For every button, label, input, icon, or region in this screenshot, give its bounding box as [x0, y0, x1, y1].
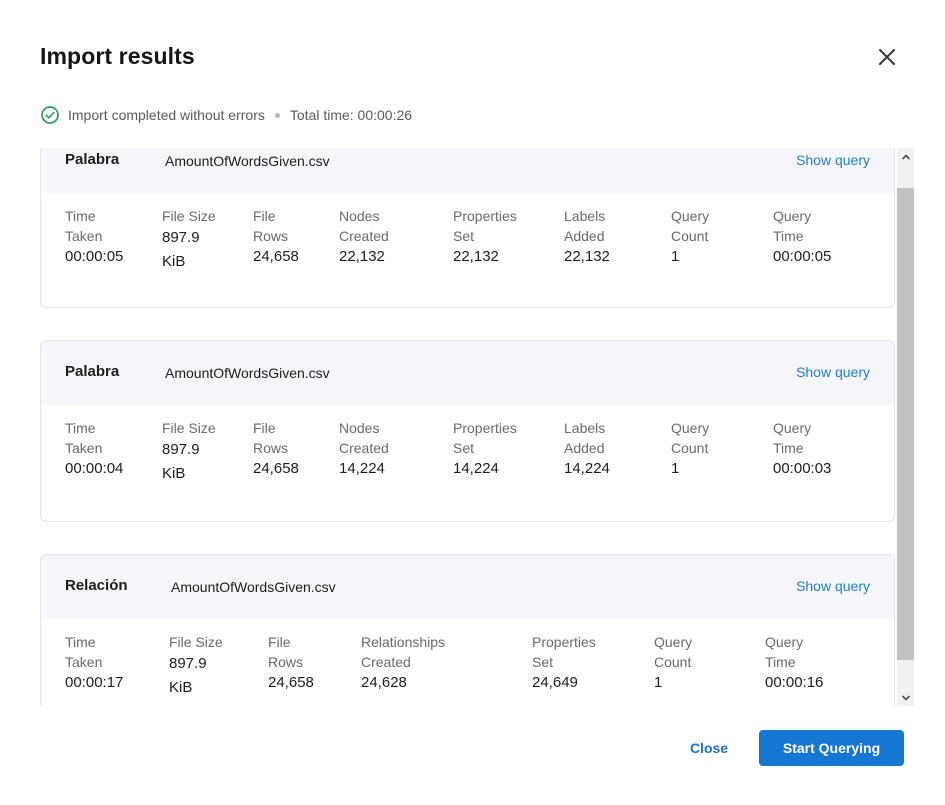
- stat-value: 00:00:17: [65, 674, 124, 691]
- show-query-link[interactable]: Show query: [796, 364, 870, 380]
- stat-value: 00:00:03: [773, 460, 832, 477]
- stat-label: File Size: [162, 208, 216, 224]
- check-circle-icon: [41, 106, 59, 124]
- file-name: AmountOfWordsGiven.csv: [165, 153, 330, 169]
- stat-item: File Size 897.9 KiB: [162, 418, 216, 486]
- results-list[interactable]: Palabra AmountOfWordsGiven.csv Show query T…: [40, 148, 915, 706]
- start-querying-button[interactable]: Start Querying: [759, 730, 904, 766]
- import-results-dialog: Import results Import completed without …: [0, 0, 945, 805]
- stat-value: 00:00:05: [773, 248, 832, 265]
- stat-label: Nodes Created: [339, 420, 389, 456]
- stat-item: Labels Added 14,224: [564, 418, 610, 480]
- stat-label: Time Taken: [65, 208, 103, 244]
- stat-item: File Size 897.9 KiB: [162, 206, 216, 274]
- stat-label: Query Count: [654, 634, 693, 670]
- stat-label: File Rows: [268, 634, 304, 670]
- stat-value: 24,628: [361, 674, 407, 691]
- total-time: Total time: 00:00:26: [289, 107, 413, 123]
- stat-value: 24,658: [253, 248, 299, 265]
- vertical-scrollbar[interactable]: [897, 148, 914, 706]
- stat-value: 897.9 KiB: [162, 229, 200, 270]
- stat-item: Query Count 1: [671, 418, 709, 480]
- scroll-down-icon[interactable]: [897, 689, 914, 706]
- stat-value: 00:00:04: [65, 460, 124, 477]
- import-result-card: Palabra AmountOfWordsGiven.csv Show query T…: [40, 340, 895, 522]
- stat-label: File Rows: [253, 208, 289, 244]
- stat-value: 14,224: [453, 460, 499, 477]
- stat-value: 14,224: [564, 460, 610, 477]
- status-text: Import completed without errors: [68, 107, 265, 123]
- stat-label: Query Time: [773, 420, 812, 456]
- stat-value: 24,658: [253, 460, 299, 477]
- stat-label: Query Count: [671, 208, 710, 244]
- stat-label: Query Time: [773, 208, 812, 244]
- stat-label: Time Taken: [65, 634, 103, 670]
- separator-dot: [274, 112, 280, 118]
- stat-item: Labels Added 22,132: [564, 206, 610, 268]
- show-query-link[interactable]: Show query: [796, 578, 870, 594]
- stat-label: Properties Set: [453, 208, 517, 244]
- stat-value: 1: [671, 248, 680, 265]
- stat-value: 14,224: [339, 460, 385, 477]
- stat-item: Query Time 00:00:16: [765, 632, 823, 694]
- stat-value: 22,132: [339, 248, 385, 265]
- import-status: Import completed without errors Total ti…: [40, 104, 412, 126]
- stat-label: Properties Set: [532, 634, 596, 670]
- stat-item: Query Count 1: [654, 632, 692, 694]
- stat-item: Properties Set 22,132: [453, 206, 517, 268]
- stat-item: File Rows 24,658: [253, 206, 299, 268]
- import-result-card: Palabra AmountOfWordsGiven.csv Show query T…: [40, 148, 895, 308]
- stat-label: Query Time: [765, 634, 804, 670]
- card-header: Palabra AmountOfWordsGiven.csv Show query: [41, 341, 894, 405]
- stat-value: 24,658: [268, 674, 314, 691]
- stat-value: 897.9 KiB: [169, 655, 207, 696]
- stat-item: Time Taken 00:00:04: [65, 418, 123, 480]
- stat-value: 00:00:16: [765, 674, 824, 691]
- file-name: AmountOfWordsGiven.csv: [171, 579, 336, 595]
- entity-kind: Palabra: [65, 363, 120, 380]
- card-header: Relación AmountOfWordsGiven.csv Show query: [41, 555, 894, 619]
- stat-value: 22,132: [564, 248, 610, 265]
- stat-label: File Size: [162, 420, 216, 436]
- stat-item: File Rows 24,658: [268, 632, 314, 694]
- entity-kind: Relación: [65, 577, 128, 594]
- close-x-icon[interactable]: [872, 42, 902, 72]
- stat-value: 24,649: [532, 674, 578, 691]
- entity-kind: Palabra: [65, 151, 120, 168]
- stat-item: File Size 897.9 KiB: [169, 632, 223, 700]
- scroll-up-icon[interactable]: [897, 148, 914, 165]
- stat-value: 22,132: [453, 248, 499, 265]
- stat-value: 897.9 KiB: [162, 441, 200, 482]
- stat-item: Time Taken 00:00:17: [65, 632, 123, 694]
- stat-item: Relationships Created 24,628: [361, 632, 445, 694]
- stat-label: Properties Set: [453, 420, 517, 456]
- stat-item: File Rows 24,658: [253, 418, 299, 480]
- stat-label: Nodes Created: [339, 208, 389, 244]
- show-query-link[interactable]: Show query: [796, 152, 870, 168]
- stat-label: Relationships Created: [361, 634, 446, 670]
- stat-item: Nodes Created 22,132: [339, 206, 389, 268]
- close-button[interactable]: Close: [670, 730, 748, 766]
- stat-item: Time Taken 00:00:05: [65, 206, 123, 268]
- stat-label: File Size: [169, 634, 223, 650]
- stat-item: Properties Set 24,649: [532, 632, 596, 694]
- stat-label: Labels Added: [564, 420, 606, 456]
- card-header: Palabra AmountOfWordsGiven.csv Show query: [41, 148, 894, 193]
- stat-item: Nodes Created 14,224: [339, 418, 389, 480]
- stat-item: Query Count 1: [671, 206, 709, 268]
- scrollbar-thumb[interactable]: [897, 188, 914, 660]
- stat-label: Time Taken: [65, 420, 103, 456]
- stat-label: Query Count: [671, 420, 710, 456]
- stat-label: File Rows: [253, 420, 289, 456]
- stat-value: 1: [654, 674, 663, 691]
- stat-value: 00:00:05: [65, 248, 124, 265]
- stat-label: Labels Added: [564, 208, 606, 244]
- stat-value: 1: [671, 460, 680, 477]
- file-name: AmountOfWordsGiven.csv: [165, 365, 330, 381]
- dialog-title: Import results: [40, 43, 195, 69]
- stat-item: Query Time 00:00:03: [773, 418, 831, 480]
- stat-item: Properties Set 14,224: [453, 418, 517, 480]
- stat-item: Query Time 00:00:05: [773, 206, 831, 268]
- import-result-card: Relación AmountOfWordsGiven.csv Show query…: [40, 554, 895, 706]
